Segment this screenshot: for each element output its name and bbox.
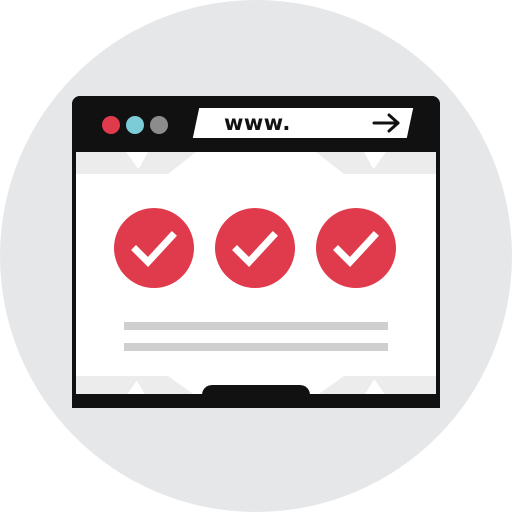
checkmark-icon [114, 208, 194, 288]
decorative-perspective-top [76, 152, 436, 174]
arrow-right-icon[interactable] [372, 112, 402, 134]
checkmark-icon [215, 208, 295, 288]
address-bar-text: www. [224, 111, 291, 135]
browser-window: www. [72, 96, 440, 408]
minimize-dot-icon[interactable] [126, 116, 144, 134]
checkmark-icon [316, 208, 396, 288]
illustration: www. [0, 0, 512, 512]
window-base-bar [72, 394, 440, 408]
browser-titlebar: www. [72, 96, 440, 152]
close-dot-icon[interactable] [102, 116, 120, 134]
placeholder-text-line [124, 343, 388, 351]
placeholder-text-line [124, 322, 388, 330]
maximize-dot-icon[interactable] [150, 116, 168, 134]
